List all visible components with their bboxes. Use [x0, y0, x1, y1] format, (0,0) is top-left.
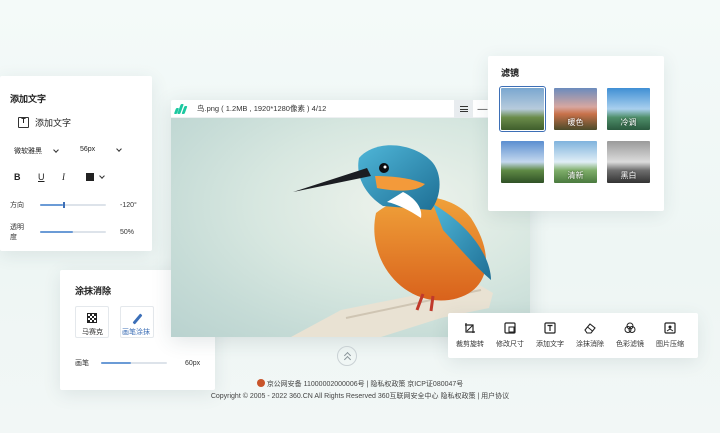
hamburger-icon	[459, 106, 468, 112]
eraser-icon	[584, 323, 596, 334]
format-toolbar: B U I	[14, 172, 105, 182]
photo-canvas[interactable]	[171, 118, 530, 337]
color-picker[interactable]	[86, 173, 105, 181]
crop-rotate-button[interactable]: 裁剪旋转	[450, 322, 490, 349]
resize-label: 修改尺寸	[496, 341, 524, 348]
direction-slider[interactable]	[40, 202, 106, 208]
app-logo-icon	[173, 103, 188, 114]
filter-thumb-fresh[interactable]: 清新	[554, 141, 597, 183]
pen-size-row: 画笔 60px	[75, 358, 200, 368]
color-filter-label: 色彩滤镜	[616, 341, 644, 348]
scroll-up-button[interactable]	[337, 346, 357, 366]
crop-rotate-icon	[465, 323, 475, 333]
menu-button[interactable]	[454, 100, 473, 118]
filter-panel: 滤镜 暖色 冷调 清新 黑白	[488, 56, 664, 211]
chevron-down-icon	[53, 147, 59, 153]
font-family-value: 微软雅黑	[14, 148, 42, 155]
chevron-down-icon	[99, 173, 105, 179]
opacity-label: 透明度	[10, 224, 24, 241]
filter-thumb-warm[interactable]: 暖色	[554, 88, 597, 130]
direction-label: 方向	[10, 202, 24, 209]
add-text-panel-title: 添加文字	[10, 94, 47, 104]
add-text-icon	[544, 322, 556, 334]
image-compress-icon	[664, 322, 676, 334]
filter-label: 清新	[567, 171, 584, 180]
add-text-tool-label: 添加文字	[536, 341, 564, 348]
mosaic-label: 马赛克	[82, 329, 103, 336]
opacity-slider[interactable]	[40, 231, 106, 233]
brush-label: 画笔涂抹	[122, 329, 150, 336]
resize-button[interactable]: 修改尺寸	[490, 322, 530, 349]
filter-label: 黑白	[620, 171, 637, 180]
filter-thumb-cool[interactable]: 冷调	[607, 88, 650, 130]
slider-handle[interactable]	[63, 202, 66, 208]
font-size-select[interactable]: 56px	[80, 145, 123, 153]
filter-thumb-original[interactable]	[499, 86, 546, 132]
filter-panel-title: 滤镜	[501, 68, 520, 78]
add-text-button[interactable]: T 添加文字	[18, 116, 71, 129]
footer-line-1: 京公网安备 11000002000006号 | 隐私权政策 京ICP证08004…	[0, 379, 720, 391]
color-filter-button[interactable]: 色彩滤镜	[610, 322, 650, 349]
add-text-button-label: 添加文字	[35, 118, 72, 128]
italic-button[interactable]: I	[62, 172, 86, 182]
minimize-icon: —	[477, 103, 488, 115]
opacity-value: 50%	[120, 228, 135, 236]
image-viewer-window: 鸟.png ( 1.2MB , 1920*1280像素 ) 4/12 — ✕	[171, 100, 530, 337]
pen-size-value: 60px	[185, 359, 201, 367]
kingfisher-photo	[291, 145, 493, 337]
police-badge-icon	[256, 379, 265, 387]
add-text-panel: 添加文字 T 添加文字 微软雅黑 56px B U I 方向 -120° 透明度…	[0, 76, 152, 251]
resize-icon	[504, 322, 516, 334]
file-info: 鸟.png ( 1.2MB , 1920*1280像素 ) 4/12	[197, 104, 327, 113]
footer-copyright: Copyright © 2005 - 2022 360.CN All Right…	[210, 393, 510, 400]
image-compress-label: 图片压缩	[656, 341, 684, 348]
underline-button[interactable]: U	[38, 172, 62, 182]
font-family-select[interactable]: 微软雅黑	[14, 146, 59, 156]
footer-registration-text[interactable]: 京公网安备 11000002000006号 | 隐私权政策 京ICP证08004…	[267, 381, 464, 388]
footer: 京公网安备 11000002000006号 | 隐私权政策 京ICP证08004…	[0, 379, 720, 403]
chevron-down-icon	[116, 145, 123, 152]
font-size-value: 56px	[80, 146, 96, 153]
filter-thumb-vivid[interactable]	[501, 141, 544, 183]
filter-label: 冷调	[620, 118, 637, 127]
direction-value: -120°	[120, 201, 137, 209]
filter-label: 暖色	[567, 118, 584, 127]
erase-tool-button[interactable]: 涂抹消除	[570, 322, 610, 349]
text-box-icon: T	[18, 117, 29, 128]
pen-size-slider[interactable]	[101, 362, 167, 364]
add-text-tool-button[interactable]: 添加文字	[530, 322, 570, 349]
brush-icon	[131, 313, 143, 325]
crop-rotate-label: 裁剪旋转	[456, 341, 484, 348]
pen-label: 画笔	[75, 360, 89, 367]
color-swatch	[86, 173, 94, 181]
direction-row: 方向 -120°	[10, 200, 137, 210]
bottom-toolbar: 裁剪旋转 修改尺寸 添加文字 涂抹消除 色彩滤镜 图片压缩	[448, 313, 698, 358]
color-filter-icon	[624, 322, 636, 333]
title-bar: 鸟.png ( 1.2MB , 1920*1280像素 ) 4/12 — ✕	[171, 100, 530, 118]
erase-tool-label: 涂抹消除	[576, 341, 604, 348]
opacity-row: 透明度 50%	[10, 222, 134, 242]
chevron-up-icon	[343, 355, 351, 364]
image-compress-button[interactable]: 图片压缩	[650, 322, 690, 349]
mosaic-icon	[87, 313, 97, 323]
bold-button[interactable]: B	[14, 172, 38, 182]
filter-thumb-bw[interactable]: 黑白	[607, 141, 650, 183]
